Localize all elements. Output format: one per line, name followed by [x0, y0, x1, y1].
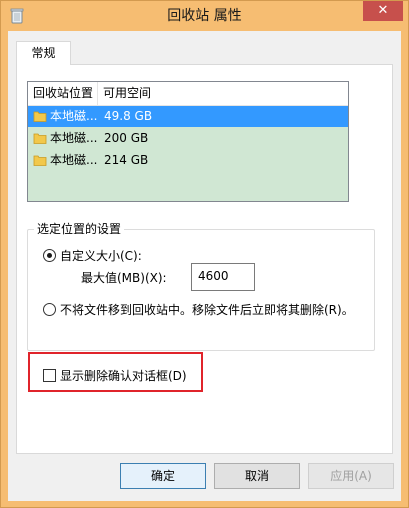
- recycle-bin-location-list[interactable]: 回收站位置 可用空间 本地磁... 49.8 GB 本地磁... 200 GB: [27, 81, 349, 202]
- cancel-button[interactable]: 取消: [214, 463, 300, 489]
- max-value-label: 最大值(MB)(X):: [81, 271, 167, 285]
- list-item-free-space: 49.8 GB: [104, 109, 153, 123]
- max-size-input[interactable]: 4600: [191, 263, 255, 291]
- dialog-client-area: 常规 回收站位置 可用空间 本地磁... 49.8 GB 本地磁... 200 …: [8, 31, 401, 501]
- list-item[interactable]: 本地磁... 200 GB: [28, 128, 348, 149]
- group-title: 选定位置的设置: [34, 222, 125, 236]
- list-item-location: 本地磁...: [50, 153, 98, 167]
- list-item-free-space: 214 GB: [104, 153, 149, 167]
- custom-size-label[interactable]: 自定义大小(C):: [60, 249, 142, 263]
- list-item-location: 本地磁...: [50, 109, 98, 123]
- window-title: 回收站 属性: [167, 8, 242, 24]
- delete-confirmation-checkbox[interactable]: [43, 369, 56, 382]
- properties-window: 回收站 属性 ✕ 常规 回收站位置 可用空间 本地磁... 49.8 GB 本地…: [0, 0, 409, 508]
- column-header-free-space[interactable]: 可用空间: [98, 82, 348, 105]
- ok-button[interactable]: 确定: [120, 463, 206, 489]
- tab-general[interactable]: 常规: [16, 41, 71, 65]
- delete-confirmation-label[interactable]: 显示删除确认对话框(D): [60, 369, 187, 383]
- list-item-free-space: 200 GB: [104, 131, 149, 145]
- folder-icon: [33, 155, 47, 166]
- list-header: 回收站位置 可用空间: [28, 82, 348, 106]
- no-recycle-label[interactable]: 不将文件移到回收站中。移除文件后立即将其删除(R)。: [60, 303, 354, 317]
- list-item[interactable]: 本地磁... 49.8 GB: [28, 106, 348, 127]
- apply-button[interactable]: 应用(A): [308, 463, 394, 489]
- custom-size-radio[interactable]: [43, 249, 56, 262]
- list-item[interactable]: 本地磁... 214 GB: [28, 150, 348, 171]
- no-recycle-radio[interactable]: [43, 303, 56, 316]
- column-header-location[interactable]: 回收站位置: [28, 82, 98, 105]
- folder-icon: [33, 133, 47, 144]
- list-item-location: 本地磁...: [50, 131, 98, 145]
- folder-icon: [33, 111, 47, 122]
- close-button[interactable]: ✕: [363, 1, 403, 21]
- title-bar[interactable]: 回收站 属性 ✕: [1, 1, 408, 31]
